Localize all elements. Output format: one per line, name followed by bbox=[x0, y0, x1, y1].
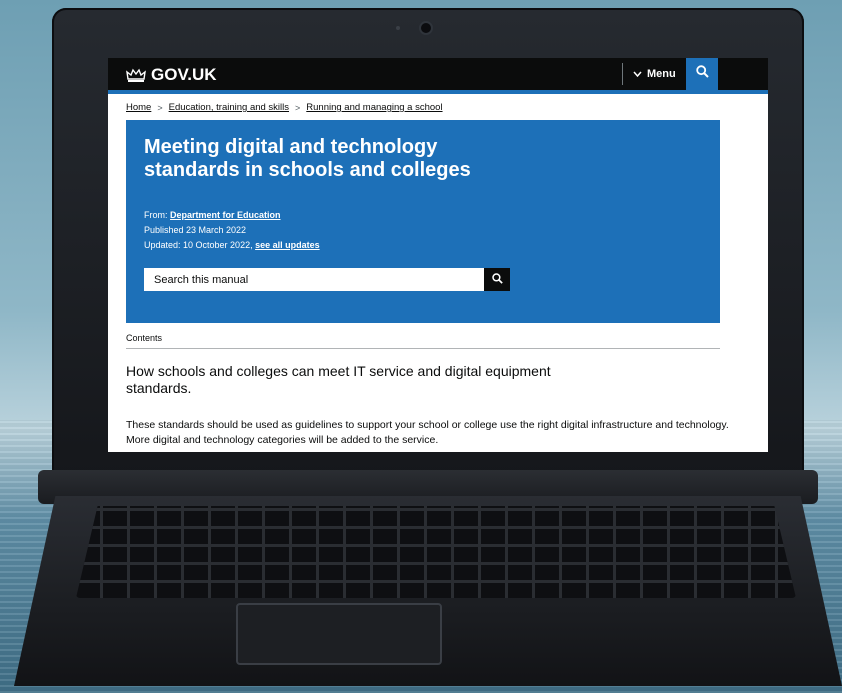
menu-label: Menu bbox=[647, 68, 676, 80]
department-link[interactable]: Department for Education bbox=[170, 210, 281, 220]
webcam bbox=[419, 21, 433, 35]
chevron-down-icon bbox=[633, 68, 642, 80]
govuk-header: GOV.UK Menu bbox=[108, 58, 768, 90]
search-icon bbox=[491, 271, 503, 289]
see-all-updates-link[interactable]: see all updates bbox=[255, 240, 320, 250]
published-date: Published 23 March 2022 bbox=[144, 225, 247, 235]
menu-button[interactable]: Menu bbox=[622, 63, 676, 85]
from-line: From: Department for Education bbox=[144, 208, 320, 223]
page-title: Meeting digital and technology standards… bbox=[144, 136, 471, 181]
header-blue-strip bbox=[108, 90, 768, 94]
govuk-logo[interactable]: GOV.UK bbox=[126, 65, 217, 85]
document-metadata: From: Department for Education Published… bbox=[144, 208, 320, 253]
lead-paragraph: How schools and colleges can meet IT ser… bbox=[126, 363, 551, 396]
manual-search bbox=[144, 268, 510, 291]
breadcrumb-education[interactable]: Education, training and skills bbox=[169, 102, 289, 113]
breadcrumb: Home > Education, training and skills > … bbox=[126, 102, 443, 113]
laptop-screen: GOV.UK Menu Home > Education, training a… bbox=[108, 58, 768, 452]
manual-search-button[interactable] bbox=[484, 268, 510, 291]
updated-line: Updated: 10 October 2022, see all update… bbox=[144, 238, 320, 253]
updated-date: Updated: 10 October 2022, bbox=[144, 240, 253, 250]
manual-search-input[interactable] bbox=[144, 268, 464, 291]
breadcrumb-home[interactable]: Home bbox=[126, 102, 151, 113]
contents-heading: Contents bbox=[126, 333, 163, 343]
hero-banner: Meeting digital and technology standards… bbox=[126, 120, 720, 323]
body-paragraph: These standards should be used as guidel… bbox=[126, 419, 729, 446]
from-prefix: From: bbox=[144, 210, 168, 220]
breadcrumb-running-school[interactable]: Running and managing a school bbox=[306, 102, 442, 113]
touchpad bbox=[236, 603, 442, 665]
crown-icon bbox=[126, 67, 146, 83]
keyboard-rows bbox=[76, 506, 796, 598]
breadcrumb-separator-icon: > bbox=[157, 102, 163, 113]
breadcrumb-separator-icon: > bbox=[295, 102, 301, 113]
logo-text: GOV.UK bbox=[151, 65, 217, 84]
camera-indicator bbox=[396, 26, 400, 30]
header-search-button[interactable] bbox=[686, 58, 718, 90]
contents-divider bbox=[126, 348, 720, 349]
search-icon bbox=[695, 65, 709, 83]
